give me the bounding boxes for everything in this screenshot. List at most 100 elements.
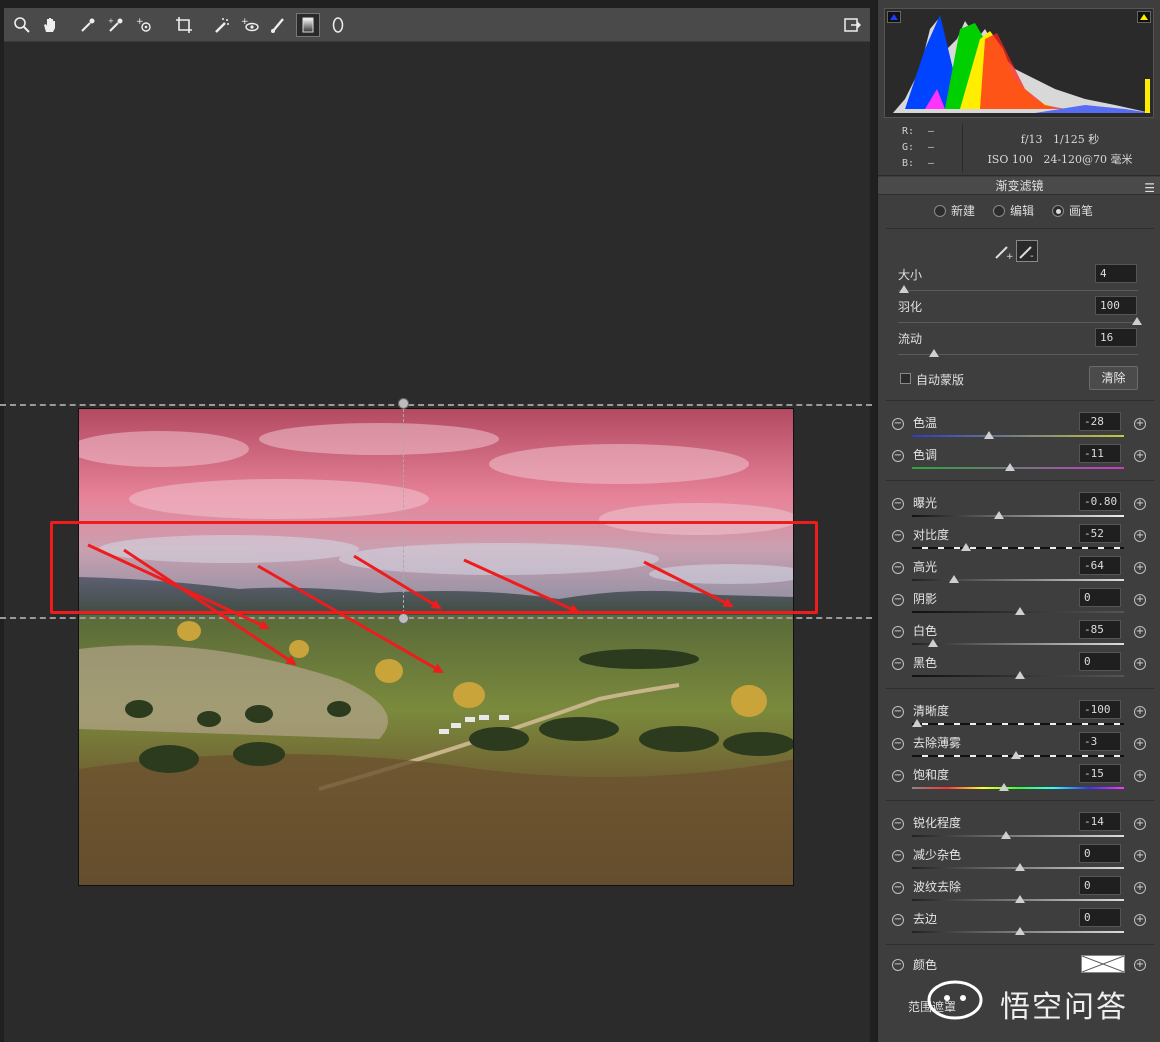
slider-value-input[interactable]: -100 bbox=[1079, 700, 1121, 719]
plus-icon[interactable]: + bbox=[1134, 562, 1146, 574]
slider-value-input[interactable]: -14 bbox=[1079, 812, 1121, 831]
mode-edit-radio[interactable]: 编辑 bbox=[993, 202, 1034, 219]
feather-slider-thumb[interactable] bbox=[1132, 317, 1142, 325]
minus-icon[interactable]: − bbox=[892, 882, 904, 894]
slider-thumb[interactable] bbox=[984, 431, 994, 439]
slider-track[interactable] bbox=[912, 467, 1124, 469]
slider-thumb[interactable] bbox=[1015, 671, 1025, 679]
slider-thumb[interactable] bbox=[999, 783, 1009, 791]
plus-icon[interactable]: + bbox=[1134, 418, 1146, 430]
slider-value-input[interactable]: -0.80 bbox=[1079, 492, 1121, 511]
plus-icon[interactable]: + bbox=[1134, 818, 1146, 830]
slider-value-input[interactable]: -11 bbox=[1079, 444, 1121, 463]
slider-value-input[interactable]: 0 bbox=[1079, 844, 1121, 863]
slider-label: 对比度 bbox=[913, 528, 950, 542]
minus-icon[interactable]: − bbox=[892, 818, 904, 830]
slider-thumb[interactable] bbox=[1015, 895, 1025, 903]
minus-icon[interactable]: − bbox=[892, 706, 904, 718]
clear-button[interactable]: 清除 bbox=[1089, 366, 1138, 390]
plus-icon[interactable]: + bbox=[1134, 706, 1146, 718]
minus-icon[interactable]: − bbox=[892, 450, 904, 462]
minus-icon[interactable]: − bbox=[892, 959, 904, 971]
slider-label: 饱和度 bbox=[913, 768, 950, 782]
slider-thumb[interactable] bbox=[912, 719, 922, 727]
size-slider[interactable] bbox=[898, 290, 1138, 291]
minus-icon[interactable]: − bbox=[892, 850, 904, 862]
slider-thumb[interactable] bbox=[1015, 927, 1025, 935]
plus-icon[interactable]: + bbox=[1134, 530, 1146, 542]
mode-new-radio[interactable]: 新建 bbox=[934, 202, 975, 219]
panel-menu-icon[interactable]: ☰ bbox=[1144, 179, 1155, 197]
minus-icon[interactable]: − bbox=[892, 626, 904, 638]
minus-icon[interactable]: − bbox=[892, 770, 904, 782]
plus-icon[interactable]: + bbox=[1134, 450, 1146, 462]
minus-icon[interactable]: − bbox=[892, 738, 904, 750]
minus-icon[interactable]: − bbox=[892, 658, 904, 670]
slider-thumb[interactable] bbox=[1011, 751, 1021, 759]
highlight-clipping-indicator[interactable] bbox=[1137, 11, 1151, 23]
slider-track[interactable] bbox=[912, 643, 1124, 645]
slider-value-input[interactable]: 0 bbox=[1079, 588, 1121, 607]
slider-value-input[interactable]: -52 bbox=[1079, 524, 1121, 543]
minus-icon[interactable]: − bbox=[892, 562, 904, 574]
slider-value-input[interactable]: -15 bbox=[1079, 764, 1121, 783]
mode-brush-radio[interactable]: 画笔 bbox=[1052, 202, 1093, 219]
plus-icon[interactable]: + bbox=[1134, 498, 1146, 510]
slider-label: 色调 bbox=[913, 448, 938, 462]
slider-track[interactable] bbox=[912, 787, 1124, 789]
slider-value-input[interactable]: 0 bbox=[1079, 908, 1121, 927]
slider-thumb[interactable] bbox=[961, 543, 971, 551]
size-input[interactable]: 4 bbox=[1095, 264, 1137, 283]
slider-value-input[interactable]: -85 bbox=[1079, 620, 1121, 639]
radio-circle[interactable] bbox=[993, 204, 1005, 217]
slider-value-input[interactable]: -3 bbox=[1079, 732, 1121, 751]
plus-icon[interactable]: + bbox=[1134, 626, 1146, 638]
minus-icon[interactable]: − bbox=[892, 914, 904, 926]
radio-circle[interactable] bbox=[934, 204, 946, 217]
slider-value-input[interactable]: -28 bbox=[1079, 412, 1121, 431]
auto-mask-checkbox[interactable] bbox=[900, 373, 911, 384]
feather-slider[interactable] bbox=[898, 322, 1138, 323]
color-swatch[interactable] bbox=[1081, 955, 1125, 973]
section-header: 渐变滤镜 ☰ bbox=[878, 177, 1160, 195]
feather-input[interactable]: 100 bbox=[1095, 296, 1137, 315]
slider-value-input[interactable]: -64 bbox=[1079, 556, 1121, 575]
plus-icon[interactable]: + bbox=[1134, 658, 1146, 670]
plus-icon[interactable]: + bbox=[1134, 770, 1146, 782]
radio-circle-selected[interactable] bbox=[1052, 204, 1064, 217]
slider-thumb[interactable] bbox=[1001, 831, 1011, 839]
plus-icon[interactable]: + bbox=[1134, 914, 1146, 926]
divider bbox=[886, 400, 1154, 401]
shadow-clipping-indicator[interactable] bbox=[887, 11, 901, 23]
brush-erase-icon[interactable]: - bbox=[1016, 240, 1038, 262]
slider-thumb[interactable] bbox=[928, 639, 938, 647]
slider-track[interactable] bbox=[912, 515, 1124, 517]
slider-track[interactable] bbox=[912, 579, 1124, 581]
slider-thumb[interactable] bbox=[1015, 863, 1025, 871]
slider-thumb[interactable] bbox=[1005, 463, 1015, 471]
r-label: R: bbox=[902, 126, 915, 137]
flow-slider-thumb[interactable] bbox=[929, 349, 939, 357]
slider-value-input[interactable]: 0 bbox=[1079, 876, 1121, 895]
slider-value-input[interactable]: 0 bbox=[1079, 652, 1121, 671]
minus-icon[interactable]: − bbox=[892, 498, 904, 510]
brush-add-icon[interactable]: + bbox=[993, 241, 1014, 262]
slider-thumb[interactable] bbox=[1015, 607, 1025, 615]
plus-icon[interactable]: + bbox=[1134, 959, 1146, 971]
plus-icon[interactable]: + bbox=[1134, 850, 1146, 862]
plus-icon[interactable]: + bbox=[1134, 594, 1146, 606]
plus-icon[interactable]: + bbox=[1134, 882, 1146, 894]
slider-track[interactable] bbox=[912, 547, 1124, 549]
slider-thumb[interactable] bbox=[994, 511, 1004, 519]
minus-icon[interactable]: − bbox=[892, 594, 904, 606]
plus-icon[interactable]: + bbox=[1134, 738, 1146, 750]
slider-track[interactable] bbox=[912, 435, 1124, 437]
minus-icon[interactable]: − bbox=[892, 418, 904, 430]
size-slider-thumb[interactable] bbox=[899, 285, 909, 293]
flow-input[interactable]: 16 bbox=[1095, 328, 1137, 347]
slider-thumb[interactable] bbox=[949, 575, 959, 583]
slider-track[interactable] bbox=[912, 835, 1124, 837]
slider-track[interactable] bbox=[912, 723, 1124, 725]
minus-icon[interactable]: − bbox=[892, 530, 904, 542]
svg-text:-: - bbox=[1030, 251, 1034, 261]
